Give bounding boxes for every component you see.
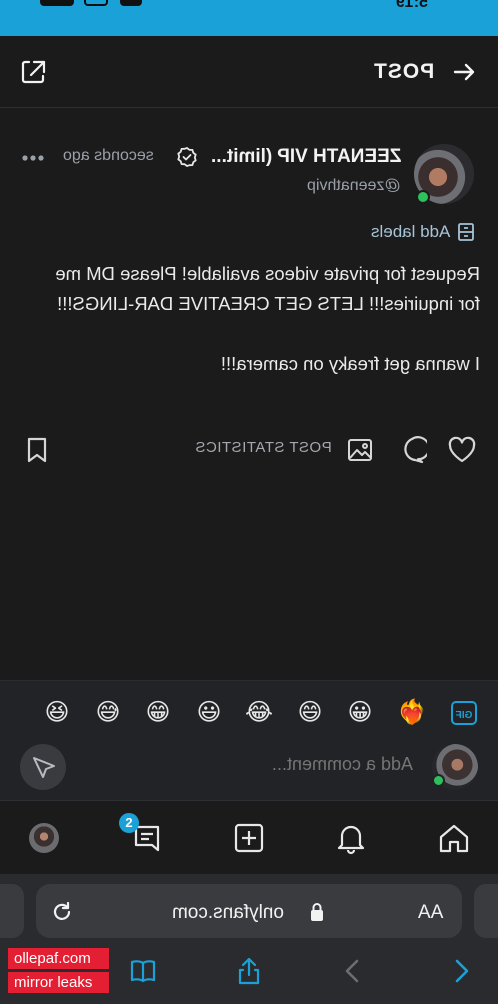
watermark-caption: mirror leaks <box>8 972 109 993</box>
reload-icon[interactable] <box>50 900 74 924</box>
bookmark-icon[interactable] <box>22 435 52 465</box>
add-post-icon[interactable] <box>232 821 266 855</box>
profile-avatar[interactable] <box>29 823 59 853</box>
send-comment-button[interactable] <box>20 744 66 790</box>
verified-icon <box>177 147 197 167</box>
emoji-button[interactable]: 😄 <box>296 699 324 727</box>
post-header: POST <box>0 36 498 108</box>
forward-chevron-icon[interactable] <box>446 956 476 986</box>
like-heart-icon[interactable] <box>447 435 477 465</box>
emoji-button[interactable]: 😁 <box>144 699 172 727</box>
status-bar: 5:19 <box>0 0 498 36</box>
online-status-dot <box>432 774 445 787</box>
emoji-button[interactable]: 😆 <box>43 699 71 727</box>
reader-options-button[interactable]: AA <box>418 902 443 924</box>
emoji-button[interactable]: ❤️‍🔥 <box>397 699 427 727</box>
watermark: ollepaf.com mirror leaks <box>8 948 109 993</box>
back-arrow-icon[interactable] <box>452 60 476 84</box>
notifications-bell-icon[interactable] <box>334 821 368 855</box>
bottom-nav: 2 <box>0 800 498 874</box>
more-options-icon[interactable] <box>22 155 44 161</box>
author-username[interactable]: @zeenathvip <box>307 177 401 195</box>
signal-icon <box>120 0 142 6</box>
share-upload-icon[interactable] <box>234 956 264 986</box>
battery-icon <box>40 0 74 6</box>
emoji-button[interactable]: 😀 <box>346 699 374 727</box>
lock-icon <box>311 903 323 921</box>
emoji-button[interactable]: 😅 <box>94 699 122 727</box>
status-time: 5:19 <box>395 0 428 11</box>
messages-badge: 2 <box>119 813 139 833</box>
adjacent-tab-right[interactable] <box>474 884 498 938</box>
gif-icon[interactable]: GIF <box>450 699 478 727</box>
post-body: Request for private videos available! Pl… <box>40 259 480 409</box>
watermark-site: ollepaf.com <box>8 948 109 969</box>
labels-icon[interactable] <box>456 222 476 242</box>
add-labels-link[interactable]: Add labels <box>371 222 450 242</box>
url-text[interactable]: onlyfans.com <box>172 902 284 924</box>
emoji-reaction-bar: 😆 😅 😁 😃 😂 😄 😀 ❤️‍🔥 GIF <box>0 680 498 744</box>
network-icon <box>84 0 108 6</box>
page-title: POST <box>373 60 435 83</box>
comment-input[interactable] <box>253 754 413 775</box>
post-time-ago: seconds ago <box>63 147 154 164</box>
online-status-dot <box>416 190 430 204</box>
post-paragraph: I wanna get freaky on camera!!! <box>220 353 480 374</box>
bookmarks-book-icon[interactable] <box>128 956 158 986</box>
post-paragraph: Request for private videos available! Pl… <box>55 263 480 314</box>
back-chevron-icon[interactable] <box>338 956 368 986</box>
emoji-button[interactable]: 😂 <box>245 699 273 727</box>
svg-text:GIF: GIF <box>456 710 473 721</box>
emoji-button[interactable]: 😃 <box>195 699 223 727</box>
share-icon[interactable] <box>20 58 48 86</box>
post-statistics-link[interactable]: POST STATISTICS <box>195 439 332 456</box>
image-icon[interactable] <box>346 436 374 464</box>
adjacent-tab-left[interactable] <box>0 884 24 938</box>
comment-bar <box>0 744 498 800</box>
home-icon[interactable] <box>437 821 471 855</box>
comment-bubble-icon[interactable] <box>397 435 427 465</box>
author-display-name[interactable]: ZEENATH VIP (limit... <box>211 146 401 168</box>
